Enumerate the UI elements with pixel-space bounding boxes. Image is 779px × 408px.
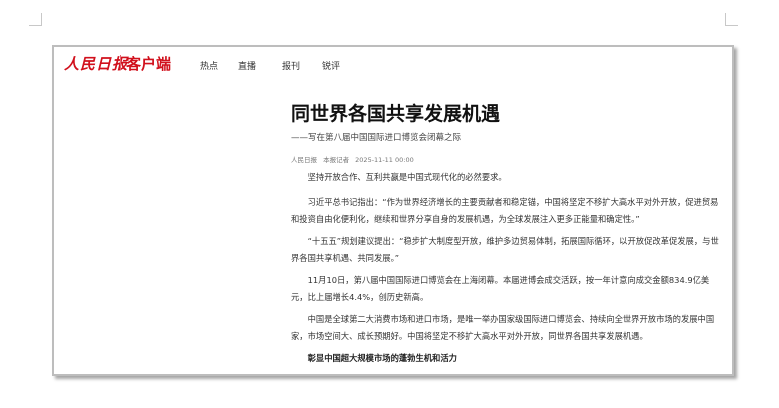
article-paragraph: 中国是全球第二大消费市场和进口市场，是唯一举办国家级国际进口博览会、持续向全世界… (291, 314, 715, 341)
section-heading: 彰显中国超大规模市场的蓬勃生机和活力 (307, 353, 457, 363)
article-paragraph: “十五五”规划建议提出：“稳步扩大制度型开放，维护多边贸易体制，拓展国际循环，以… (291, 236, 719, 263)
article-meta: 人民日报 本报记者 2025-11-11 00:00 (291, 154, 418, 164)
peoples-daily-logo[interactable]: 人民日报 (64, 53, 128, 74)
nav-item-hot[interactable]: 热点 (200, 59, 218, 72)
logo-divider (120, 55, 121, 70)
nav-item-commentary[interactable]: 锐评 (322, 59, 340, 72)
article-window: 人民日报 客户端 热点 直播 报刊 锐评 同世界各国共享发展机遇 ——写在第八届… (52, 45, 734, 376)
article-paragraph: 习近平总书记指出：“作为世界经济增长的主要贡献者和稳定锚，中国将坚定不移扩大高水… (291, 197, 719, 224)
article-source[interactable]: 人民日报 (291, 156, 317, 164)
article-title: 同世界各国共享发展机遇 (291, 103, 501, 125)
corner-mark-top-right (725, 13, 738, 26)
article-paragraph: 坚持开放合作、互利共赢是中国式现代化的必然要求。 (307, 172, 507, 182)
corner-mark-top-left (29, 13, 42, 26)
article-paragraph: 11月10日，第八届中国国际进口博览会在上海闭幕。本届进博会成交活跃，按一年计意… (291, 275, 710, 302)
nav-item-newspaper[interactable]: 报刊 (282, 59, 300, 72)
article-datetime: 2025-11-11 00:00 (355, 156, 414, 164)
article-subtitle: ——写在第八届中国国际进口博览会闭幕之际 (291, 133, 462, 143)
app-name[interactable]: 客户端 (126, 53, 171, 74)
nav-item-live[interactable]: 直播 (238, 59, 256, 72)
top-nav: 人民日报 客户端 热点 直播 报刊 锐评 (54, 47, 732, 81)
article-author: 本报记者 (323, 156, 350, 164)
